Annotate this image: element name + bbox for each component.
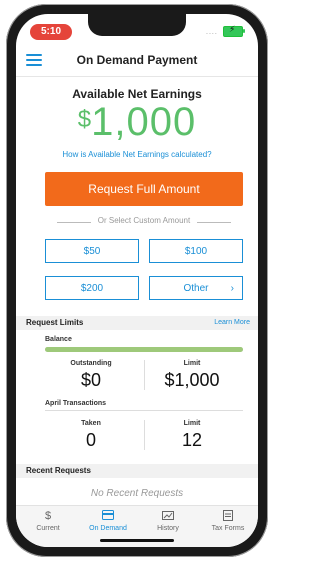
tab-tax-forms[interactable]: Tax Forms: [198, 510, 258, 532]
outstanding-label: Outstanding: [70, 360, 112, 367]
amount-100-button[interactable]: $100: [149, 239, 243, 263]
page-title: On Demand Payment: [76, 53, 198, 67]
april-divider: [144, 420, 145, 450]
battery-charging-icon: ⚡: [223, 24, 245, 37]
april-divider-line: [45, 410, 243, 411]
balance-progress-bar: [45, 347, 243, 352]
card-icon: [78, 510, 138, 524]
app-header: On Demand Payment: [16, 44, 258, 77]
learn-more-link[interactable]: Learn More: [214, 319, 250, 326]
taken-label: Taken: [81, 420, 101, 427]
tab-on-demand-label: On Demand: [89, 525, 127, 532]
document-icon: [198, 510, 258, 524]
amount-200-button[interactable]: $200: [45, 276, 139, 300]
other-label: Other: [183, 283, 209, 294]
balance-limit-value: $1,000: [164, 370, 220, 390]
balance-progress-fill: [45, 347, 243, 352]
phone-frame: 5:10 .... ⚡ On Demand Payment Available …: [6, 4, 268, 557]
home-indicator: [100, 539, 174, 542]
history-icon: [138, 510, 198, 524]
recent-requests-header: Recent Requests: [16, 464, 258, 478]
april-transactions-label: April Transactions: [45, 400, 107, 407]
earnings-title: Available Net Earnings: [72, 87, 202, 101]
tab-history[interactable]: History: [138, 510, 198, 532]
amount-other-button[interactable]: Other ›: [149, 276, 243, 300]
request-limits-title: Request Limits: [26, 318, 84, 327]
request-limits-header: Request Limits Learn More: [16, 316, 258, 330]
taken-value: 0: [85, 430, 96, 450]
transaction-limit-value: 12: [181, 430, 203, 450]
custom-amount-divider: Or Select Custom Amount: [45, 216, 243, 228]
balance-label: Balance: [45, 336, 72, 343]
custom-amount-label: Or Select Custom Amount: [97, 216, 191, 225]
transaction-limit-label: Limit: [183, 420, 201, 427]
amount-value: 1,000: [91, 100, 197, 144]
tab-current-label: Current: [36, 525, 60, 532]
tab-current[interactable]: $ Current: [18, 510, 78, 532]
signal-icon: ....: [206, 29, 218, 36]
amount-50-button[interactable]: $50: [45, 239, 139, 263]
balance-divider: [144, 360, 145, 390]
balance-limit-label: Limit: [183, 360, 201, 367]
empty-requests-message: No Recent Requests: [90, 488, 184, 499]
tab-tax-forms-label: Tax Forms: [211, 525, 245, 532]
notch: [88, 14, 186, 36]
chevron-right-icon: ›: [230, 283, 234, 294]
earnings-amount: $1,000: [16, 100, 258, 145]
outstanding-value: $0: [80, 370, 102, 390]
tab-on-demand[interactable]: On Demand: [78, 510, 138, 532]
status-time: 5:10: [30, 24, 72, 40]
app-screen: 5:10 .... ⚡ On Demand Payment Available …: [16, 14, 258, 547]
tab-history-label: History: [157, 525, 179, 532]
request-full-amount-button[interactable]: Request Full Amount: [45, 172, 243, 206]
currency-symbol: $: [77, 106, 92, 133]
recent-requests-title: Recent Requests: [26, 466, 91, 475]
dollar-icon: $: [44, 510, 52, 522]
status-bar: 5:10 .... ⚡: [16, 14, 258, 44]
calculation-help-link[interactable]: How is Available Net Earnings calculated…: [16, 150, 258, 159]
